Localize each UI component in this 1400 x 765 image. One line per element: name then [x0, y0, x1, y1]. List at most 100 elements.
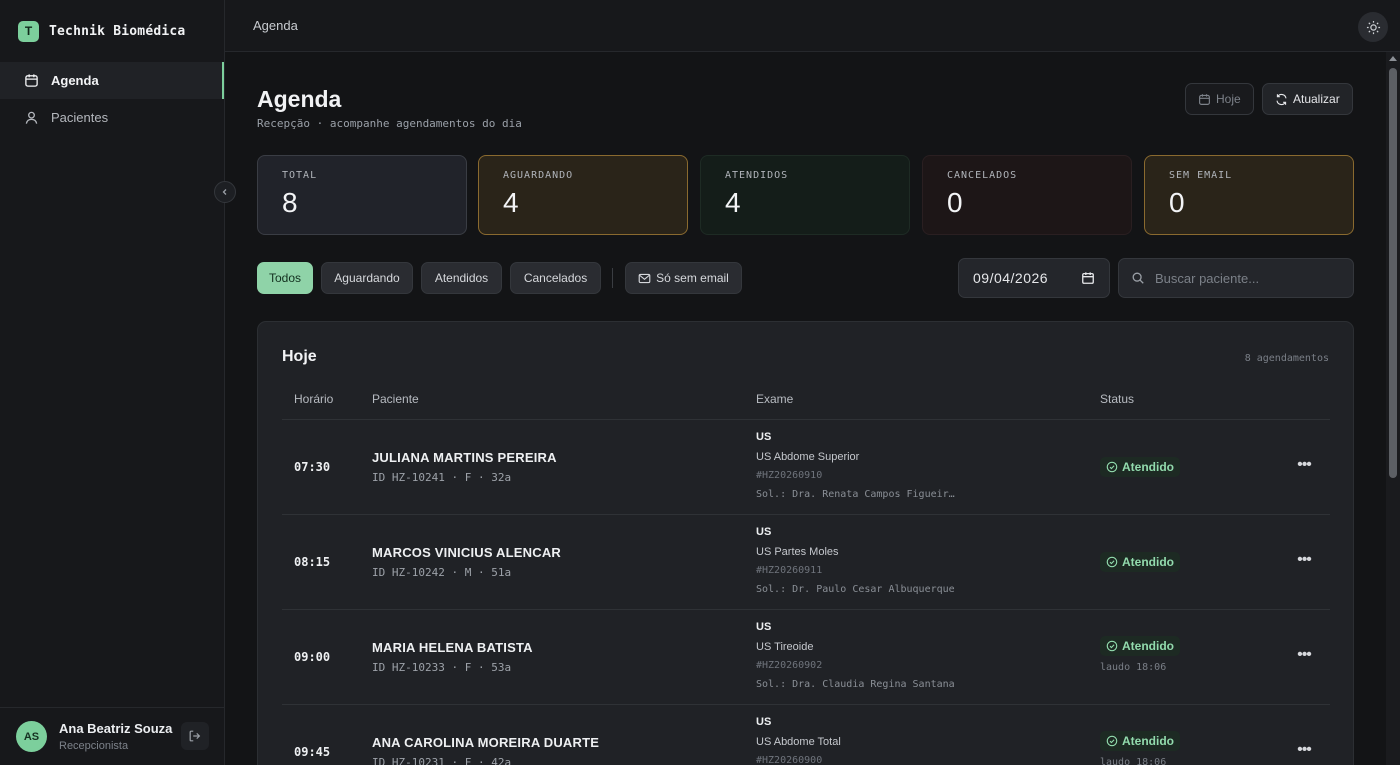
check-circle-icon	[1106, 461, 1118, 473]
filter-cancelados[interactable]: Cancelados	[510, 262, 601, 294]
today-button[interactable]: Hoje	[1185, 83, 1254, 115]
stat-card-sem-email: SEM EMAIL 0	[1144, 155, 1354, 235]
filter-sem-email-label: Só sem email	[656, 271, 729, 285]
column-header-status: Status	[1100, 392, 1135, 406]
patient-name: ANA CAROLINA MOREIRA DUARTE	[372, 735, 600, 750]
sidebar: T Technik Biomédica Agenda Pacientes AS …	[0, 0, 225, 765]
exam-code: #HZ20260910	[756, 470, 823, 481]
status-label: Atendido	[1122, 639, 1174, 653]
logout-button[interactable]	[181, 722, 209, 750]
exam-modality: US	[756, 526, 772, 538]
status-label: Atendido	[1122, 734, 1174, 748]
report-time: laudo 18:06	[1100, 662, 1167, 673]
patient-name: MARIA HELENA BATISTA	[372, 640, 533, 655]
stat-value: 4	[725, 187, 741, 218]
brand-logo: T	[18, 20, 39, 42]
date-value: 09/04/2026	[973, 270, 1049, 286]
status-badge: Atendido	[1100, 731, 1180, 751]
schedule-card: Hoje 8 agendamentos Horário Paciente Exa…	[257, 321, 1354, 765]
exam-requester: Sol.: Dr. Paulo Cesar Albuquerque	[756, 584, 955, 595]
exam-name: US Partes Moles	[756, 546, 839, 558]
check-circle-icon	[1106, 556, 1118, 568]
row-actions-button[interactable]: •••	[1292, 456, 1316, 474]
table-row[interactable]: 07:30 JULIANA MARTINS PEREIRA ID HZ-1024…	[282, 420, 1330, 515]
scrollbar-thumb[interactable]	[1389, 68, 1397, 478]
exam-code: #HZ20260911	[756, 565, 823, 576]
sidebar-item-label: Pacientes	[51, 110, 109, 125]
filter-divider	[612, 268, 613, 288]
row-actions-button[interactable]: •••	[1292, 646, 1316, 664]
theme-toggle-button[interactable]	[1358, 12, 1388, 42]
filter-atendidos[interactable]: Atendidos	[421, 262, 502, 294]
stat-value: 0	[947, 187, 963, 218]
exam-modality: US	[756, 621, 772, 633]
brand[interactable]: T Technik Biomédica	[0, 0, 224, 62]
scrollbar[interactable]	[1386, 52, 1400, 765]
calendar-icon	[25, 74, 38, 87]
brand-name: Technik Biomédica	[49, 23, 186, 39]
search-input[interactable]	[1155, 270, 1345, 286]
stats-row: TOTAL 8 AGUARDANDO 4 ATENDIDOS 4 CANCELA…	[257, 155, 1354, 235]
stat-card-total: TOTAL 8	[257, 155, 467, 235]
schedule-count: 8 agendamentos	[1244, 353, 1329, 364]
appointment-time: 09:00	[294, 650, 331, 664]
check-circle-icon	[1106, 735, 1118, 747]
filter-bar: Todos Aguardando Atendidos Cancelados Só…	[257, 258, 1354, 298]
user-role: Recepcionista	[59, 740, 129, 752]
mail-icon	[638, 273, 651, 283]
status-label: Atendido	[1122, 460, 1174, 474]
stat-card-atendidos: ATENDIDOS 4	[700, 155, 910, 235]
patient-name: MARCOS VINICIUS ALENCAR	[372, 545, 562, 560]
topbar: Agenda	[225, 0, 1400, 52]
patient-meta: ID HZ-10231 · F · 42a	[372, 756, 512, 765]
chevron-left-icon	[222, 189, 227, 195]
row-actions-button[interactable]: •••	[1292, 551, 1316, 569]
exam-code: #HZ20260900	[756, 755, 823, 765]
patient-name: JULIANA MARTINS PEREIRA	[372, 450, 557, 465]
appointment-time: 07:30	[294, 460, 331, 474]
exam-modality: US	[756, 716, 772, 728]
patient-meta: ID HZ-10242 · M · 51a	[372, 566, 512, 579]
sidebar-item-label: Agenda	[51, 73, 99, 88]
collapse-sidebar-button[interactable]	[214, 181, 236, 203]
stat-label: CANCELADOS	[947, 170, 1018, 181]
exam-requester: Sol.: Dra. Claudia Regina Santana	[756, 679, 955, 690]
stat-label: AGUARDANDO	[503, 170, 574, 181]
table-row[interactable]: 09:00 MARIA HELENA BATISTA ID HZ-10233 ·…	[282, 610, 1330, 705]
user-name: Ana Beatriz Souza	[59, 721, 173, 736]
stat-label: TOTAL	[282, 170, 318, 181]
user-icon	[25, 111, 38, 124]
scroll-up-arrow-icon[interactable]	[1389, 56, 1397, 61]
stat-card-aguardando: AGUARDANDO 4	[478, 155, 688, 235]
search-icon	[1132, 272, 1144, 284]
exam-name: US Tireoide	[756, 641, 814, 653]
table-row[interactable]: 08:15 MARCOS VINICIUS ALENCAR ID HZ-1024…	[282, 515, 1330, 610]
filter-aguardando[interactable]: Aguardando	[321, 262, 413, 294]
status-label: Atendido	[1122, 555, 1174, 569]
calendar-icon[interactable]	[1081, 271, 1095, 285]
refresh-button[interactable]: Atualizar	[1262, 83, 1353, 115]
breadcrumb: Agenda	[253, 18, 298, 33]
status-badge: Atendido	[1100, 457, 1180, 477]
refresh-icon	[1276, 93, 1287, 105]
stat-value: 8	[282, 187, 298, 218]
filter-sem-email[interactable]: Só sem email	[625, 262, 742, 294]
calendar-icon	[1199, 93, 1210, 105]
exam-name: US Abdome Total	[756, 736, 841, 748]
row-actions-button[interactable]: •••	[1292, 741, 1316, 759]
table-header: Horário Paciente Exame Status	[282, 392, 1330, 420]
sidebar-item-pacientes[interactable]: Pacientes	[0, 99, 224, 136]
sidebar-item-agenda[interactable]: Agenda	[0, 62, 224, 99]
logout-icon	[189, 730, 201, 742]
exam-requester: Sol.: Dra. Renata Campos Figueir…	[756, 489, 955, 500]
stat-label: ATENDIDOS	[725, 170, 789, 181]
table-row[interactable]: 09:45 ANA CAROLINA MOREIRA DUARTE ID HZ-…	[282, 705, 1330, 765]
today-button-label: Hoje	[1216, 92, 1241, 106]
stat-card-cancelados: CANCELADOS 0	[922, 155, 1132, 235]
exam-name: US Abdome Superior	[756, 451, 860, 463]
date-picker[interactable]: 09/04/2026	[958, 258, 1110, 298]
patient-meta: ID HZ-10241 · F · 32a	[372, 471, 512, 484]
stat-value: 4	[503, 187, 519, 218]
filter-todos[interactable]: Todos	[257, 262, 313, 294]
search-field[interactable]	[1118, 258, 1354, 298]
